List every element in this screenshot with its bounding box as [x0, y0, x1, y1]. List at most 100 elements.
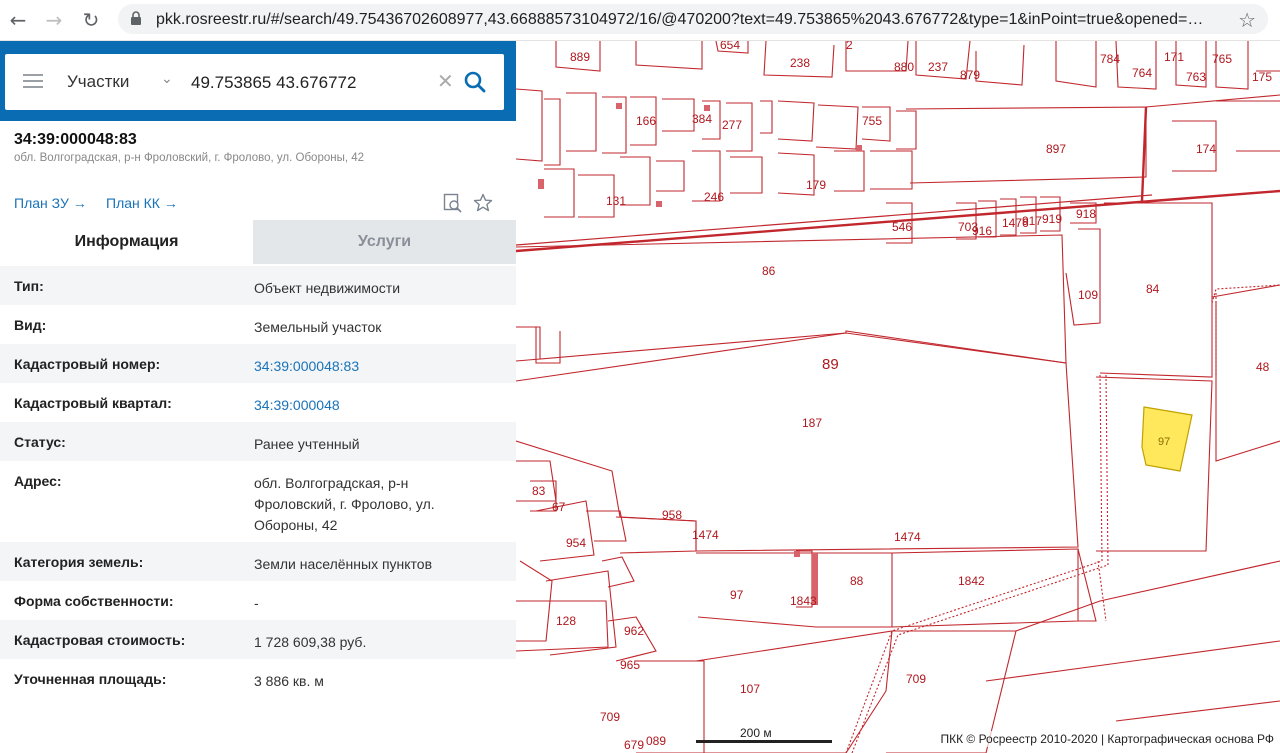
table-row: Статус: Ранее учтенный	[0, 422, 516, 461]
map-label: 2	[846, 41, 853, 52]
tab-info[interactable]: Информация	[0, 220, 253, 264]
row-key: Форма собственности:	[14, 593, 174, 609]
highlighted-parcel-label: 97	[1158, 436, 1170, 448]
row-value: 1 728 609,38 руб.	[254, 634, 367, 650]
row-key: Кадастровый квартал:	[14, 395, 172, 411]
map-label: 246	[704, 190, 724, 204]
map-label: 237	[928, 60, 948, 74]
map-label: 1474	[894, 530, 921, 544]
cadastral-map[interactable]: 889 654 2 238 880 237 879 784 764 171 76…	[516, 41, 1280, 753]
scale-bar	[696, 740, 832, 743]
row-key: Вид:	[14, 317, 47, 333]
favorite-star-icon[interactable]	[473, 193, 493, 213]
row-key: Тип:	[14, 278, 44, 294]
map-label: 897	[1046, 142, 1066, 156]
tab-bar: Информация Услуги	[0, 220, 516, 264]
chevron-down-icon[interactable]: ⌄	[161, 71, 173, 87]
map-label: 171	[1164, 50, 1184, 64]
map-label: 709	[600, 710, 620, 724]
tab-services[interactable]: Услуги	[253, 220, 516, 264]
map-copyright: ПКК © Росреестр 2010-2020 | Картографиче…	[938, 731, 1276, 747]
info-panel: Участки ⌄ ✕ ‹ 34:39:000048:83 обл. Волго…	[0, 41, 535, 753]
map-label: 174	[1196, 142, 1216, 156]
table-row: Кадастровый номер: 34:39:000048:83	[0, 344, 516, 383]
map-label: 958	[662, 508, 682, 522]
menu-icon[interactable]	[23, 74, 43, 89]
map-label: 784	[1100, 52, 1120, 66]
table-row: Тип: Объект недвижимости	[0, 266, 516, 305]
map-label: 131	[606, 194, 626, 208]
row-key: Категория земель:	[14, 554, 144, 570]
map-label: 238	[790, 56, 810, 70]
cadastral-quarter-link[interactable]: 34:39:000048	[254, 395, 484, 416]
map-label: 97	[730, 588, 744, 602]
map-label: 764	[1132, 66, 1152, 80]
row-value: 3 886 кв. м	[254, 673, 324, 689]
row-value: Земли населённых пунктов	[254, 556, 433, 572]
map-label: 889	[570, 50, 590, 64]
map-label: 89	[822, 356, 839, 373]
row-value: обл. Волгоградская, р-н Фроловский, г. Ф…	[254, 475, 435, 533]
search-input[interactable]	[189, 68, 433, 98]
map-label: 755	[862, 114, 882, 128]
row-value: Ранее учтенный	[254, 436, 360, 452]
row-key: Адрес:	[14, 473, 62, 489]
map-label: 954	[566, 536, 586, 550]
map-label: 187	[802, 416, 822, 430]
table-row: Кадастровая стоимость: 1 728 609,38 руб.	[0, 620, 516, 659]
map-label: 089	[646, 734, 666, 748]
table-row: Уточненная площадь: 3 886 кв. м	[0, 659, 516, 698]
cadastral-number-link[interactable]: 34:39:000048:83	[254, 356, 484, 377]
browser-toolbar: ← → ↻ pkk.rosreestr.ru/#/search/49.75436…	[0, 0, 1280, 41]
url-text[interactable]: pkk.rosreestr.ru/#/search/49.75436702608…	[156, 11, 1216, 29]
parcel-title: 34:39:000048:83	[14, 131, 137, 148]
map-label: 86	[762, 264, 776, 278]
scale-label: 200 м	[740, 726, 772, 740]
search-type-select[interactable]: Участки	[67, 72, 129, 92]
row-value: Земельный участок	[254, 319, 382, 335]
map-label: 179	[806, 178, 826, 192]
zoom-to-object-icon[interactable]	[443, 193, 463, 213]
back-icon[interactable]: ←	[6, 8, 30, 32]
table-row: Кадастровый квартал: 34:39:000048	[0, 383, 516, 422]
map-label: 48	[1256, 360, 1270, 374]
row-value: -	[254, 595, 259, 611]
map-label: 1474	[692, 528, 719, 542]
plan-zu-link[interactable]: План ЗУ →	[14, 195, 87, 211]
forward-icon[interactable]: →	[42, 8, 66, 32]
row-key: Кадастровая стоимость:	[14, 632, 186, 648]
map-label: 277	[722, 118, 742, 132]
map-label: 918	[1076, 207, 1096, 221]
table-row: Форма собственности: -	[0, 581, 516, 620]
search-icon[interactable]	[463, 70, 487, 94]
map-label: 546	[892, 220, 912, 234]
map-label: 880	[894, 60, 914, 74]
row-value: Объект недвижимости	[254, 280, 401, 296]
bookmark-star-icon[interactable]: ☆	[1238, 8, 1256, 32]
map-label: 83	[532, 484, 546, 498]
map-canvas[interactable]: 889 654 2 238 880 237 879 784 764 171 76…	[516, 41, 1280, 753]
search-box: Участки ⌄ ✕	[5, 54, 504, 110]
map-label: 84	[1146, 282, 1160, 296]
map-label: 654	[720, 41, 740, 52]
map-label: 879	[960, 68, 980, 82]
map-label: 679	[624, 738, 644, 752]
lock-icon	[131, 11, 141, 25]
reload-icon[interactable]: ↻	[79, 8, 103, 32]
plan-kk-link[interactable]: План КК →	[106, 195, 178, 211]
map-label: 128	[556, 614, 576, 628]
map-label: 166	[636, 114, 656, 128]
map-label: 763	[1186, 70, 1206, 84]
search-strip: Участки ⌄ ✕ ‹	[0, 41, 535, 121]
map-label: 67	[552, 500, 566, 514]
row-key: Статус:	[14, 434, 66, 450]
table-row: Вид: Земельный участок	[0, 305, 516, 344]
clear-icon[interactable]: ✕	[437, 69, 454, 93]
attributes-table: Тип: Объект недвижимости Вид: Земельный …	[0, 266, 516, 698]
address-bar[interactable]: pkk.rosreestr.ru/#/search/49.75436702608…	[118, 4, 1268, 34]
map-label: 175	[1252, 70, 1272, 84]
map-label: 962	[624, 624, 644, 638]
map-label: 919	[1042, 212, 1062, 226]
map-label: 1843	[790, 594, 817, 608]
map-label: 916	[972, 224, 992, 238]
